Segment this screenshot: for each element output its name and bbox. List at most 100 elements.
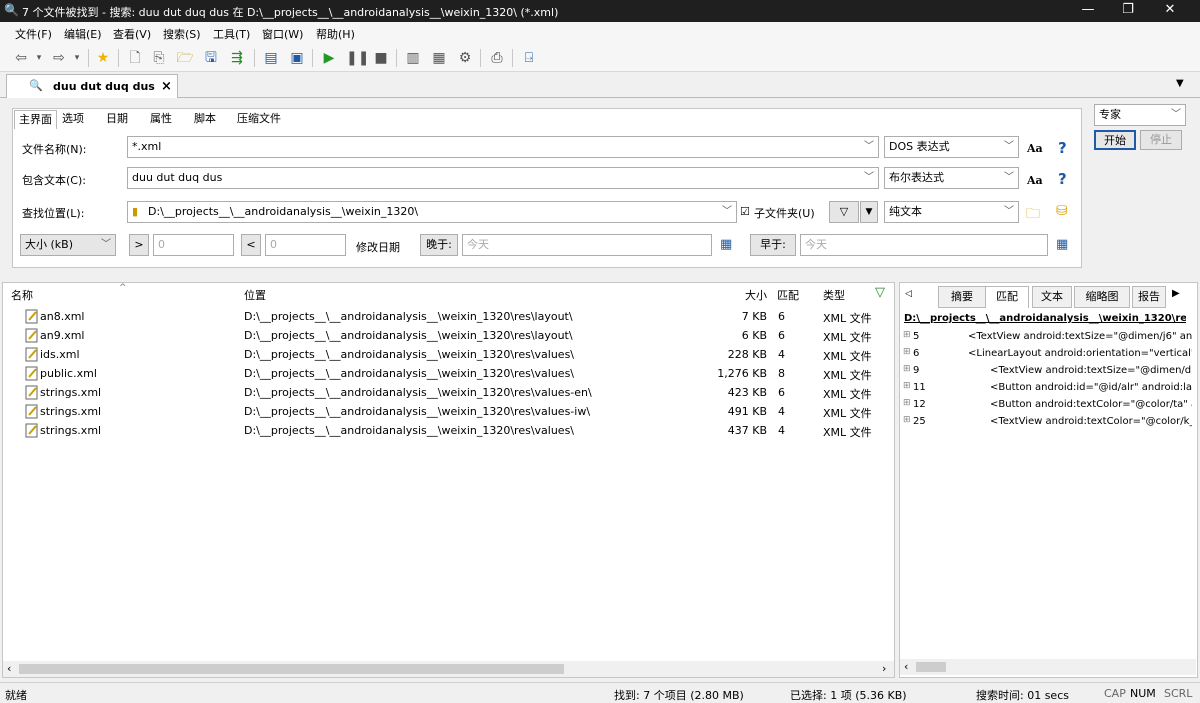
chevron-left-icon[interactable]: ‹ <box>904 660 908 673</box>
table-row[interactable]: an9.xml D:\__projects__\__androidanalysi… <box>3 326 893 345</box>
table-row[interactable]: ids.xml D:\__projects__\__androidanalysi… <box>3 345 893 364</box>
scrollbar-thumb[interactable] <box>19 664 564 674</box>
star-icon[interactable]: ★ <box>94 49 112 67</box>
expand-icon[interactable]: ⊞ <box>903 381 911 391</box>
calendar-icon[interactable]: ▦ <box>1056 237 1068 252</box>
menu-file[interactable]: 文件(F) <box>15 26 52 42</box>
filename-mode-select[interactable]: DOS 表达式 ﹀ <box>884 136 1019 158</box>
horizontal-scrollbar[interactable]: ‹ › <box>3 661 894 677</box>
export-icon[interactable]: ⇶ <box>228 49 246 67</box>
column-header-size[interactable]: 大小 <box>745 287 767 303</box>
view-icon[interactable]: ▤ <box>262 49 280 67</box>
save-icon[interactable]: 🖫 <box>202 49 220 67</box>
maximize-button[interactable]: ❐ <box>1108 0 1148 22</box>
chevron-down-icon[interactable]: ▾ <box>30 49 48 67</box>
help-icon[interactable]: ? <box>1058 139 1067 157</box>
earlier-than-button[interactable]: 早于: <box>750 234 796 256</box>
size-min-input[interactable]: 0 <box>153 234 234 256</box>
content-input[interactable]: duu dut duq dus ﹀ <box>127 167 879 189</box>
expand-icon[interactable]: ⊞ <box>903 398 911 408</box>
copy-icon[interactable]: ⎘ <box>150 49 168 67</box>
column-header-match[interactable]: 匹配 <box>777 287 799 303</box>
location-input[interactable]: ▮ D:\__projects__\__androidanalysis__\we… <box>127 201 737 223</box>
chevron-right-icon[interactable]: ▶ <box>1172 288 1180 299</box>
open-folder-icon[interactable]: 🗁 <box>176 49 194 67</box>
encoding-select[interactable]: 纯文本 ﹀ <box>884 201 1019 223</box>
horizontal-scrollbar[interactable]: ‹ <box>900 659 1196 675</box>
menu-tools[interactable]: 工具(T) <box>213 26 250 42</box>
tab-list-dropdown-icon[interactable]: ▼ <box>1176 78 1184 89</box>
chevron-down-icon[interactable]: ▾ <box>68 49 86 67</box>
chevron-right-icon[interactable]: › <box>882 662 886 675</box>
calendar-icon[interactable]: ▦ <box>720 237 732 252</box>
match-line[interactable]: ⊞ 12 <Button android:textColor="@color/t… <box>902 398 1192 415</box>
forward-icon[interactable]: ⇨ <box>50 49 68 67</box>
settings-icon[interactable]: ⚙ <box>456 49 474 67</box>
tab-main[interactable]: 主界面 <box>14 110 57 129</box>
table-row[interactable]: public.xml D:\__projects__\__androidanal… <box>3 364 893 383</box>
greater-than-button[interactable]: > <box>129 234 149 256</box>
size-unit-select[interactable]: 大小 (kB) ﹀ <box>20 234 116 256</box>
match-line[interactable]: ⊞ 9 <TextView android:textSize="@dimen/d <box>902 364 1192 381</box>
expand-icon[interactable]: ⊞ <box>903 415 911 425</box>
browse-folder-icon[interactable]: 🗀 <box>1026 203 1040 227</box>
filter-button[interactable]: ▽ <box>829 201 859 223</box>
match-line[interactable]: ⊞ 25 <TextView android:textColor="@color… <box>902 415 1192 432</box>
tab-script[interactable]: 脚本 <box>190 110 220 129</box>
pause-icon[interactable]: ❚❚ <box>346 49 369 67</box>
subfolder-checkbox[interactable]: ☑ <box>740 205 750 218</box>
menu-search[interactable]: 搜索(S) <box>163 26 201 42</box>
search-document-tab[interactable]: 🔍 duu dut duq dus × <box>6 74 178 99</box>
play-icon[interactable]: ▶ <box>320 49 338 67</box>
table-row[interactable]: an8.xml D:\__projects__\__androidanalysi… <box>3 307 893 326</box>
menu-help[interactable]: 帮助(H) <box>316 26 355 42</box>
chevron-left-icon[interactable]: ◁ <box>905 289 912 299</box>
close-window-button[interactable]: ✕ <box>1150 0 1190 22</box>
match-line[interactable]: ⊞ 11 <Button android:id="@id/alr" androi… <box>902 381 1192 398</box>
close-tab-button[interactable]: × <box>161 79 172 94</box>
new-file-icon[interactable]: 🗋 <box>126 49 144 67</box>
folder-options-icon[interactable]: ⛁ <box>1056 203 1068 219</box>
tab-date[interactable]: 日期 <box>102 110 132 129</box>
back-icon[interactable]: ⇦ <box>12 49 30 67</box>
scrollbar-thumb[interactable] <box>916 662 946 672</box>
size-max-input[interactable]: 0 <box>265 234 346 256</box>
later-than-button[interactable]: 晚于: <box>420 234 458 256</box>
column-header-name[interactable]: 名称 <box>11 287 33 303</box>
expand-icon[interactable]: ⊞ <box>903 347 911 357</box>
help-icon[interactable]: ? <box>1058 170 1067 188</box>
match-line[interactable]: ⊞ 5 <TextView android:textSize="@dimen/j… <box>902 330 1192 347</box>
stop-button[interactable]: 停止 <box>1140 130 1182 150</box>
menu-view[interactable]: 查看(V) <box>113 26 151 42</box>
print-icon[interactable]: ⎙ <box>488 49 506 67</box>
filter-dropdown-button[interactable]: ▼ <box>860 201 878 223</box>
chevron-left-icon[interactable]: ‹ <box>7 662 11 675</box>
match-line[interactable]: ⊞ 6 <LinearLayout android:orientation="v… <box>902 347 1192 364</box>
chevron-down-icon[interactable]: ﹀ <box>864 137 874 157</box>
chevron-down-icon[interactable]: ﹀ <box>864 168 874 188</box>
tab-summary[interactable]: 摘要 <box>938 286 986 308</box>
profile-select[interactable]: 专家 ﹀ <box>1094 104 1186 126</box>
minimize-button[interactable]: — <box>1068 0 1108 22</box>
filename-input[interactable]: *.xml ﹀ <box>127 136 879 158</box>
tab-archive[interactable]: 压缩文件 <box>233 110 285 129</box>
earlier-date-input[interactable]: 今天 <box>800 234 1048 256</box>
table-row[interactable]: strings.xml D:\__projects__\__androidana… <box>3 402 893 421</box>
menu-window[interactable]: 窗口(W) <box>262 26 303 42</box>
expand-icon[interactable]: ⊞ <box>903 330 911 340</box>
less-than-button[interactable]: < <box>241 234 261 256</box>
start-button[interactable]: 开始 <box>1094 130 1136 150</box>
layout-icon[interactable]: ▥ <box>404 49 422 67</box>
tab-options[interactable]: 选项 <box>58 110 88 129</box>
chevron-down-icon[interactable]: ﹀ <box>722 202 732 222</box>
case-sensitive-icon[interactable]: Aa <box>1027 142 1043 155</box>
expand-icon[interactable]: ⊞ <box>903 364 911 374</box>
report-icon[interactable]: ▣ <box>288 49 306 67</box>
tab-text[interactable]: 文本 <box>1032 286 1072 308</box>
later-date-input[interactable]: 今天 <box>462 234 712 256</box>
column-header-path[interactable]: 位置 <box>244 287 266 303</box>
content-mode-select[interactable]: 布尔表达式 ﹀ <box>884 167 1019 189</box>
table-row[interactable]: strings.xml D:\__projects__\__androidana… <box>3 421 893 440</box>
window-icon[interactable]: ▦ <box>430 49 448 67</box>
case-sensitive-icon[interactable]: Aa <box>1027 174 1043 187</box>
